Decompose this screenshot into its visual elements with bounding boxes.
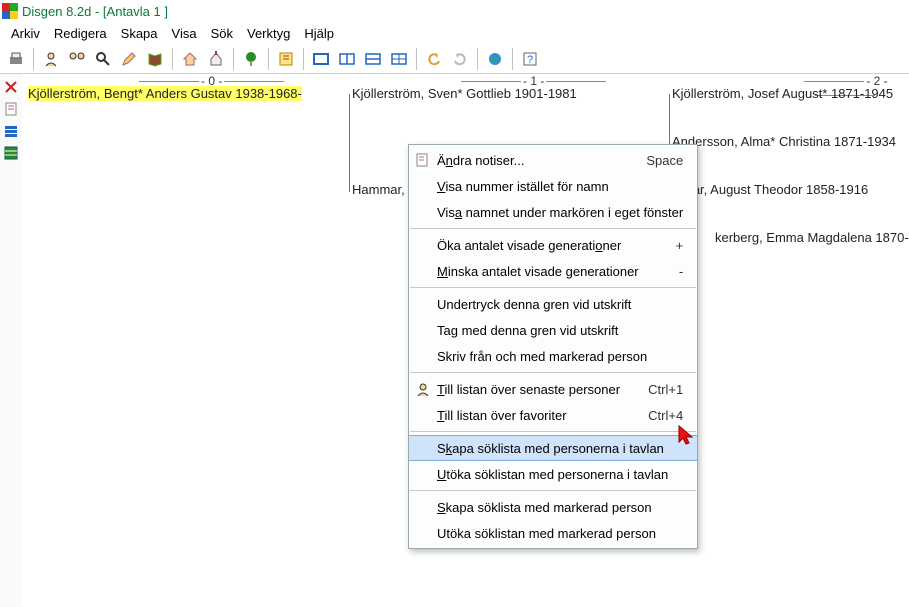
menu-redigera[interactable]: Redigera xyxy=(47,24,114,43)
context-menu-item[interactable]: Tag med denna gren vid utskrift xyxy=(409,317,697,343)
layout2-icon[interactable] xyxy=(335,47,359,71)
tree-icon[interactable] xyxy=(239,47,263,71)
context-menu-label: Utöka söklistan med personerna i tavlan xyxy=(437,467,668,482)
person-selected[interactable]: Kjöllerström, Bengt* Anders Gustav 1938-… xyxy=(28,86,302,101)
cursor-icon xyxy=(677,424,697,446)
context-menu-label: Visa nummer istället för namn xyxy=(437,179,609,194)
menu-hjalp[interactable]: Hjälp xyxy=(297,24,341,43)
context-menu-label: Ändra notiser... xyxy=(437,153,524,168)
context-menu-label: Skapa söklista med personerna i tavlan xyxy=(437,441,664,456)
menu-skapa[interactable]: Skapa xyxy=(114,24,165,43)
context-menu-item[interactable]: Undertryck denna gren vid utskrift xyxy=(409,291,697,317)
context-menu-label: Skapa söklista med markerad person xyxy=(437,500,652,515)
context-menu-item[interactable]: Ändra notiser... Space xyxy=(409,147,697,173)
person-node[interactable]: mar, August Theodor 1858-1916 xyxy=(682,182,868,197)
tree-line xyxy=(669,94,670,144)
couple-icon[interactable] xyxy=(65,47,89,71)
context-menu-item[interactable]: Utöka söklistan med personerna i tavlan xyxy=(409,461,697,487)
context-menu-item[interactable]: Till listan över senaste personer Ctrl+1 xyxy=(409,376,697,402)
tree-canvas[interactable]: - 0 - - 1 - - 2 - Kjöllerström, Bengt* A… xyxy=(22,74,909,607)
layout1-icon[interactable] xyxy=(309,47,333,71)
edit-icon xyxy=(415,152,431,168)
window-title: Disgen 8.2d - [Antavla 1 ] xyxy=(22,4,168,19)
context-menu-label: Minska antalet visade generationer xyxy=(437,264,639,279)
sidebar-table-icon[interactable] xyxy=(2,144,20,162)
menu-separator xyxy=(410,490,696,491)
context-menu-label: Öka antalet visade generationer xyxy=(437,238,621,253)
context-menu-item[interactable]: Utöka söklistan med markerad person xyxy=(409,520,697,546)
work-area: - 0 - - 1 - - 2 - Kjöllerström, Bengt* A… xyxy=(0,74,909,607)
menu-separator xyxy=(410,228,696,229)
context-menu-label: Undertryck denna gren vid utskrift xyxy=(437,297,631,312)
menu-separator xyxy=(410,372,696,373)
context-menu-item[interactable]: Till listan över favoriter Ctrl+4 xyxy=(409,402,697,428)
context-menu-label: Utöka söklistan med markerad person xyxy=(437,526,656,541)
menu-separator xyxy=(410,431,696,432)
globe-icon[interactable] xyxy=(483,47,507,71)
person-icon xyxy=(415,381,431,397)
person-icon[interactable] xyxy=(39,47,63,71)
menu-bar: Arkiv Redigera Skapa Visa Sök Verktyg Hj… xyxy=(0,22,909,44)
menu-sok[interactable]: Sök xyxy=(204,24,240,43)
redo-icon[interactable] xyxy=(448,47,472,71)
context-menu-shortcut: Space xyxy=(622,153,683,168)
left-sidebar xyxy=(0,74,22,607)
context-menu-shortcut: - xyxy=(655,264,683,279)
person-node[interactable]: kerberg, Emma Magdalena 1870-1956 xyxy=(715,230,909,245)
edit-icon[interactable] xyxy=(117,47,141,71)
menu-verktyg[interactable]: Verktyg xyxy=(240,24,297,43)
layout4-icon[interactable] xyxy=(387,47,411,71)
toolbar: ? xyxy=(0,44,909,74)
menu-arkiv[interactable]: Arkiv xyxy=(4,24,47,43)
context-menu: Ändra notiser... Space Visa nummer iställe… xyxy=(408,144,698,549)
menu-visa[interactable]: Visa xyxy=(165,24,204,43)
context-menu-item[interactable]: Visa nummer istället för namn xyxy=(409,173,697,199)
sidebar-doc-icon[interactable] xyxy=(2,100,20,118)
layout3-icon[interactable] xyxy=(361,47,385,71)
app-icon xyxy=(2,3,18,19)
sidebar-list-icon[interactable] xyxy=(2,122,20,140)
context-menu-shortcut: Ctrl+4 xyxy=(624,408,683,423)
context-menu-item[interactable]: Skapa söklista med personerna i tavlan xyxy=(409,435,697,461)
sidebar-close-icon[interactable] xyxy=(2,78,20,96)
context-menu-label: Till listan över senaste personer xyxy=(437,382,620,397)
context-menu-item[interactable]: Skriv från och med markerad person xyxy=(409,343,697,369)
context-menu-item[interactable]: Skapa söklista med markerad person xyxy=(409,494,697,520)
church-icon[interactable] xyxy=(204,47,228,71)
context-menu-item[interactable]: Öka antalet visade generationer + xyxy=(409,232,697,258)
svg-text:?: ? xyxy=(527,54,533,66)
context-menu-shortcut: Ctrl+1 xyxy=(624,382,683,397)
person-node[interactable]: Kjöllerström, Josef August* 1871-1945 xyxy=(672,86,893,101)
context-menu-shortcut: + xyxy=(652,238,684,253)
context-menu-item[interactable]: Minska antalet visade generationer - xyxy=(409,258,697,284)
undo-icon[interactable] xyxy=(422,47,446,71)
chart-icon[interactable] xyxy=(274,47,298,71)
book-icon[interactable] xyxy=(143,47,167,71)
context-menu-item[interactable]: Visa namnet under markören i eget fönste… xyxy=(409,199,697,225)
print-icon[interactable] xyxy=(4,47,28,71)
help-icon[interactable]: ? xyxy=(518,47,542,71)
menu-separator xyxy=(410,287,696,288)
context-menu-label: Tag med denna gren vid utskrift xyxy=(437,323,618,338)
search-icon[interactable] xyxy=(91,47,115,71)
person-node[interactable]: Andersson, Alma* Christina 1871-1934 xyxy=(672,134,896,149)
tree-line xyxy=(349,94,350,192)
context-menu-label: Visa namnet under markören i eget fönste… xyxy=(437,205,683,220)
context-menu-label: Till listan över favoriter xyxy=(437,408,567,423)
context-menu-label: Skriv från och med markerad person xyxy=(437,349,647,364)
title-bar: Disgen 8.2d - [Antavla 1 ] xyxy=(0,0,909,22)
home-icon[interactable] xyxy=(178,47,202,71)
person-node[interactable]: Kjöllerström, Sven* Gottlieb 1901-1981 xyxy=(352,86,577,101)
